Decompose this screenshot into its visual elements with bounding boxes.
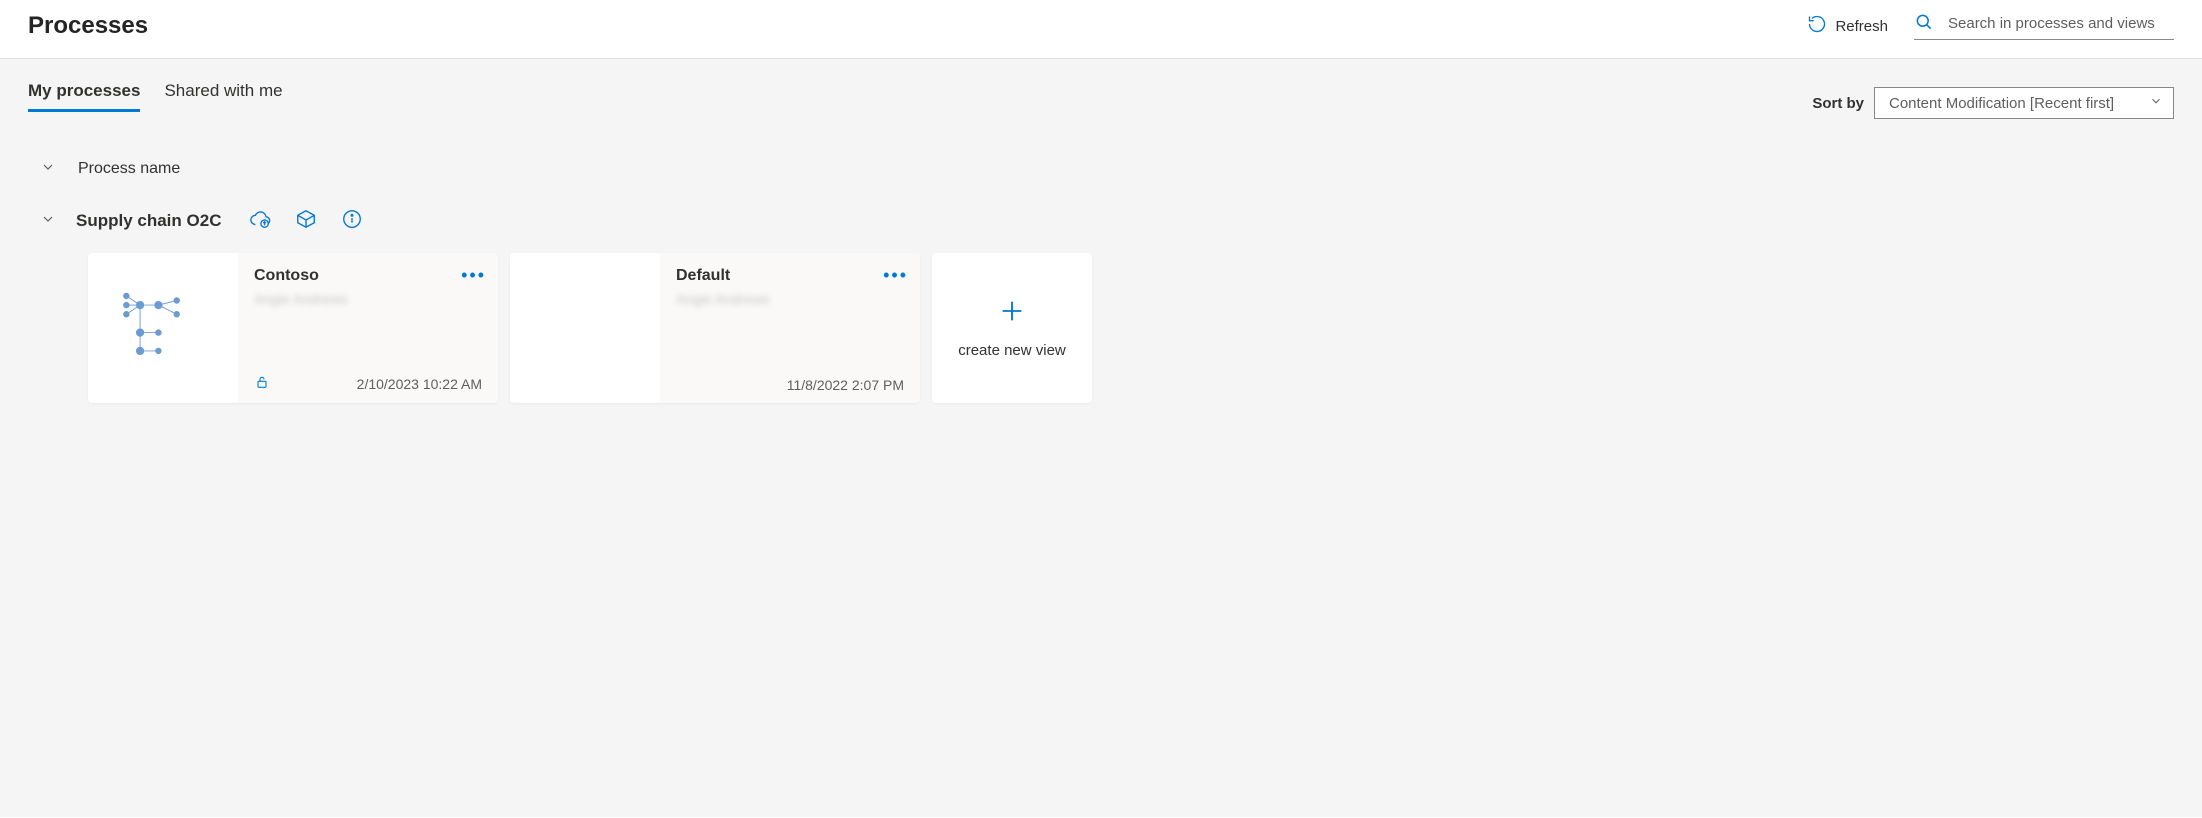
more-button[interactable]: ••• [461, 265, 486, 286]
view-thumbnail [510, 253, 660, 403]
page-title: Processes [28, 12, 148, 40]
refresh-button[interactable]: Refresh [1807, 14, 1888, 38]
search-field[interactable] [1914, 12, 2174, 40]
view-timestamp: 11/8/2022 2:07 PM [787, 377, 904, 393]
chevron-down-icon [2149, 94, 2163, 112]
search-input[interactable] [1946, 14, 2174, 33]
refresh-label: Refresh [1835, 18, 1888, 35]
sort-by-label: Sort by [1812, 95, 1864, 112]
more-button[interactable]: ••• [883, 265, 908, 286]
package-icon[interactable] [295, 208, 317, 233]
view-title: Default [676, 267, 904, 285]
view-title: Contoso [254, 267, 482, 285]
view-card[interactable]: ••• Default Angie Andrews 11/8/2022 2:07… [510, 253, 920, 403]
sort-by-select[interactable]: Content Modification [Recent first] [1874, 87, 2174, 119]
process-name[interactable]: Supply chain O2C [76, 211, 221, 231]
create-new-view-label: create new view [958, 342, 1066, 359]
collapse-column-icon[interactable] [40, 159, 56, 178]
cloud-upload-icon[interactable] [249, 208, 271, 233]
sort-by-value: Content Modification [Recent first] [1889, 95, 2114, 112]
collapse-process-icon[interactable] [40, 211, 56, 230]
tab-my-processes[interactable]: My processes [28, 81, 140, 112]
column-header-process-name: Process name [78, 160, 180, 178]
search-icon [1914, 12, 1934, 35]
info-icon[interactable] [341, 208, 363, 233]
view-owner: Angie Andrews [254, 291, 482, 307]
tab-shared-with-me[interactable]: Shared with me [164, 81, 282, 112]
plus-icon [998, 297, 1026, 328]
view-thumbnail [88, 253, 238, 403]
view-timestamp: 2/10/2023 10:22 AM [357, 376, 482, 392]
view-owner: Angie Andrews [676, 291, 904, 307]
create-new-view-button[interactable]: create new view [932, 253, 1092, 403]
lock-icon [254, 374, 270, 393]
view-card[interactable]: ••• Contoso Angie Andrews 2/10/2023 10:2… [88, 253, 498, 403]
refresh-icon [1807, 14, 1827, 38]
